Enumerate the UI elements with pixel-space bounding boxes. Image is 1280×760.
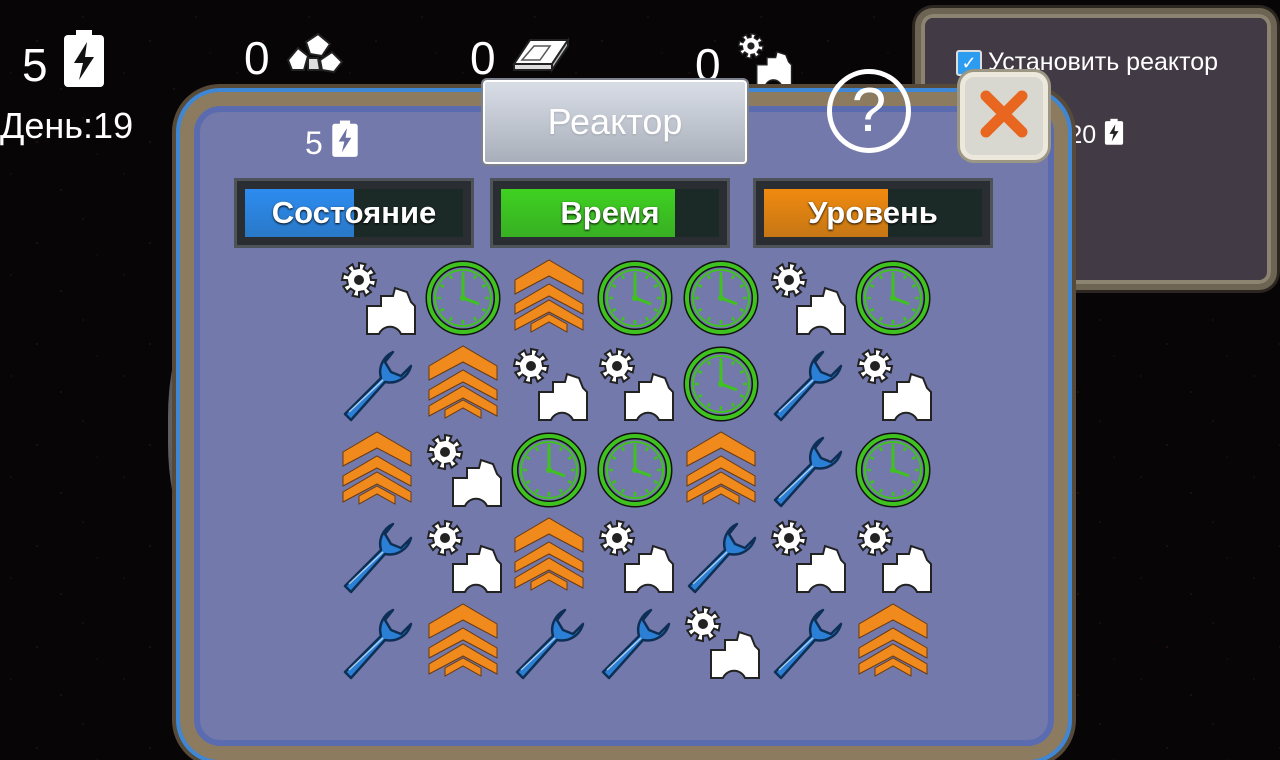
progress-bar: Время xyxy=(490,178,730,248)
gears-icon xyxy=(426,433,502,507)
wrench-icon xyxy=(773,350,843,422)
match-grid xyxy=(334,255,936,685)
close-button[interactable] xyxy=(960,72,1048,160)
clock-icon xyxy=(425,260,501,336)
grid-tile[interactable] xyxy=(850,255,936,341)
grid-tile[interactable] xyxy=(850,427,936,513)
progress-track: Состояние xyxy=(245,189,463,237)
grid-tile[interactable] xyxy=(506,255,592,341)
grid-tile[interactable] xyxy=(420,427,506,513)
wrench-icon xyxy=(601,608,671,680)
wrench-icon xyxy=(773,608,843,680)
day-counter: День:19 xyxy=(0,105,134,146)
grid-tile[interactable] xyxy=(764,513,850,599)
gears-icon xyxy=(856,347,932,421)
reactor-energy-count: 5 xyxy=(305,124,323,161)
gears-icon xyxy=(684,605,760,679)
progress-track: Время xyxy=(501,189,719,237)
progress-bar: Уровень xyxy=(753,178,993,248)
gears-icon xyxy=(426,519,502,593)
grid-tile[interactable] xyxy=(420,255,506,341)
metal-count: 0 xyxy=(470,32,496,84)
battery-icon xyxy=(1104,118,1124,153)
grid-tile[interactable] xyxy=(678,513,764,599)
grid-tile[interactable] xyxy=(850,341,936,427)
progress-label: Время xyxy=(560,195,660,230)
clock-icon xyxy=(597,260,673,336)
clock-icon xyxy=(511,432,587,508)
grid-tile[interactable] xyxy=(850,513,936,599)
grid-tile[interactable] xyxy=(334,341,420,427)
wrench-icon xyxy=(773,436,843,508)
help-button[interactable]: ? xyxy=(827,69,911,153)
metal-resource: 0 xyxy=(470,30,570,86)
wrench-icon xyxy=(343,522,413,594)
chevron-up-icon xyxy=(428,345,498,419)
grid-tile[interactable] xyxy=(420,513,506,599)
progress-bar: Состояние xyxy=(234,178,474,248)
grid-tile[interactable] xyxy=(420,599,506,685)
gears-icon xyxy=(598,347,674,421)
wrench-icon xyxy=(687,522,757,594)
gears-icon xyxy=(512,347,588,421)
clock-icon xyxy=(855,260,931,336)
wrench-icon xyxy=(343,350,413,422)
grid-tile[interactable] xyxy=(764,255,850,341)
chevron-up-icon xyxy=(428,603,498,677)
grid-tile[interactable] xyxy=(592,255,678,341)
chevron-up-icon xyxy=(514,517,584,591)
ore-icon xyxy=(284,30,344,86)
clock-icon xyxy=(683,260,759,336)
battery-icon xyxy=(62,30,106,100)
gears-icon xyxy=(770,519,846,593)
gears-icon xyxy=(770,261,846,335)
grid-tile[interactable] xyxy=(678,427,764,513)
grid-tile[interactable] xyxy=(678,255,764,341)
grid-tile[interactable] xyxy=(592,427,678,513)
progress-label: Уровень xyxy=(808,195,938,230)
grid-tile[interactable] xyxy=(334,427,420,513)
progress-label: Состояние xyxy=(271,195,437,230)
gears-icon xyxy=(340,261,416,335)
gears-icon xyxy=(856,519,932,593)
grid-tile[interactable] xyxy=(506,427,592,513)
grid-tile[interactable] xyxy=(420,341,506,427)
ingot-icon xyxy=(510,30,570,86)
grid-tile[interactable] xyxy=(334,255,420,341)
wrench-icon xyxy=(343,608,413,680)
grid-tile[interactable] xyxy=(592,341,678,427)
grid-tile[interactable] xyxy=(334,599,420,685)
energy-resource: 5 xyxy=(22,30,106,100)
grid-tile[interactable] xyxy=(334,513,420,599)
grid-tile[interactable] xyxy=(506,341,592,427)
grid-tile[interactable] xyxy=(592,513,678,599)
grid-tile[interactable] xyxy=(764,427,850,513)
reactor-energy: 5 xyxy=(305,120,359,166)
chevron-up-icon xyxy=(858,603,928,677)
gears-icon xyxy=(598,519,674,593)
ore-count: 0 xyxy=(244,32,270,84)
reactor-title: Реактор xyxy=(483,80,747,164)
grid-tile[interactable] xyxy=(592,599,678,685)
grid-tile[interactable] xyxy=(764,341,850,427)
wrench-icon xyxy=(515,608,585,680)
energy-count: 5 xyxy=(22,39,48,91)
clock-icon xyxy=(597,432,673,508)
chevron-up-icon xyxy=(686,431,756,505)
grid-tile[interactable] xyxy=(764,599,850,685)
grid-tile[interactable] xyxy=(850,599,936,685)
progress-track: Уровень xyxy=(764,189,982,237)
chevron-up-icon xyxy=(342,431,412,505)
clock-icon xyxy=(855,432,931,508)
ore-resource: 0 xyxy=(244,30,344,86)
grid-tile[interactable] xyxy=(678,341,764,427)
grid-tile[interactable] xyxy=(506,599,592,685)
grid-tile[interactable] xyxy=(678,599,764,685)
battery-icon xyxy=(331,120,359,166)
chevron-up-icon xyxy=(514,259,584,333)
grid-tile[interactable] xyxy=(506,513,592,599)
clock-icon xyxy=(683,346,759,422)
close-icon xyxy=(976,86,1032,147)
